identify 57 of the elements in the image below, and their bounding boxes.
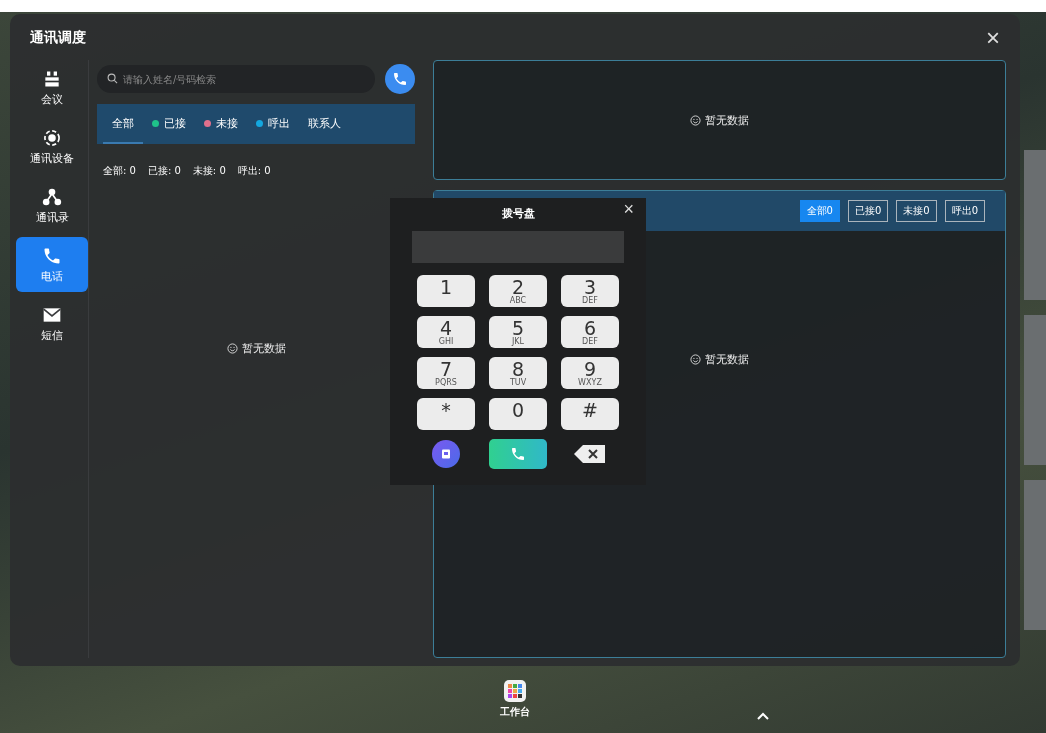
dialpad-title: 拨号盘	[501, 206, 535, 221]
count-label: 呼出: 0	[237, 164, 271, 178]
number-field[interactable]	[412, 231, 624, 263]
chevron-up-icon[interactable]	[755, 710, 771, 722]
dial-key[interactable]: 1	[417, 275, 475, 307]
smiley-icon	[690, 353, 701, 365]
filter-tab[interactable]: 呼出	[247, 104, 299, 144]
smiley-icon	[690, 114, 701, 126]
dial-key[interactable]: 3 DEF	[561, 275, 619, 307]
count-label: 全部: 0	[103, 164, 136, 178]
filter-tab[interactable]: 全部	[103, 104, 143, 144]
sidebar-item[interactable]: 电话	[16, 237, 88, 292]
call-button[interactable]	[385, 64, 415, 94]
contacts-button[interactable]	[432, 440, 460, 468]
dial-key[interactable]: *	[417, 398, 475, 430]
empty-message: 暂无数据	[226, 340, 286, 356]
app-grid-icon	[504, 680, 526, 702]
phone-icon	[510, 446, 526, 462]
phone-icon	[42, 246, 62, 266]
backspace-button[interactable]	[572, 442, 608, 466]
close-button[interactable]: ×	[982, 26, 1004, 50]
count-label: 已接: 0	[147, 164, 181, 178]
dial-key[interactable]: 8 TUV	[489, 357, 547, 389]
dial-key[interactable]: #	[561, 398, 619, 430]
dial-key[interactable]: 4 GHI	[417, 316, 475, 348]
hub-icon	[42, 128, 62, 148]
dial-key[interactable]: 0	[489, 398, 547, 430]
filter-tab[interactable]: 未接	[195, 104, 247, 144]
contact-card-icon	[441, 449, 451, 459]
filter-button[interactable]: 全部0	[799, 200, 840, 222]
envelope-icon	[42, 305, 62, 325]
sidebar-item[interactable]: 短信	[16, 296, 88, 351]
window-title: 通讯调度	[30, 29, 86, 47]
dial-key[interactable]: 9 WXYZ	[561, 357, 619, 389]
dial-key[interactable]: 7 PQRS	[417, 357, 475, 389]
sidebar-item[interactable]: 会议	[16, 60, 88, 115]
phone-icon	[392, 71, 408, 87]
close-button[interactable]: ×	[619, 200, 638, 218]
smiley-icon	[226, 342, 238, 354]
count-label: 未接: 0	[192, 164, 226, 178]
backspace-icon	[572, 442, 608, 466]
sidebar-item[interactable]: 通讯录	[16, 178, 88, 233]
sidebar-item[interactable]: 通讯设备	[16, 119, 88, 174]
taskbar-item[interactable]: 工作台	[500, 680, 530, 719]
filter-button[interactable]: 呼出0	[944, 200, 985, 222]
empty-message: 暂无数据	[690, 351, 749, 367]
filter-tab[interactable]: 联系人	[299, 104, 350, 144]
dial-key[interactable]: 2 ABC	[489, 275, 547, 307]
empty-message: 暂无数据	[690, 112, 749, 128]
dial-key[interactable]: 5 JKL	[489, 316, 547, 348]
dial-key[interactable]: 6 DEF	[561, 316, 619, 348]
search-field[interactable]: 请输入姓名/号码检索	[97, 65, 375, 93]
filter-button[interactable]: 已接0	[847, 200, 889, 222]
network-icon	[42, 187, 62, 207]
meeting-icon	[42, 69, 62, 89]
filter-button[interactable]: 未接0	[896, 200, 937, 222]
filter-tab[interactable]: 已接	[143, 104, 195, 144]
